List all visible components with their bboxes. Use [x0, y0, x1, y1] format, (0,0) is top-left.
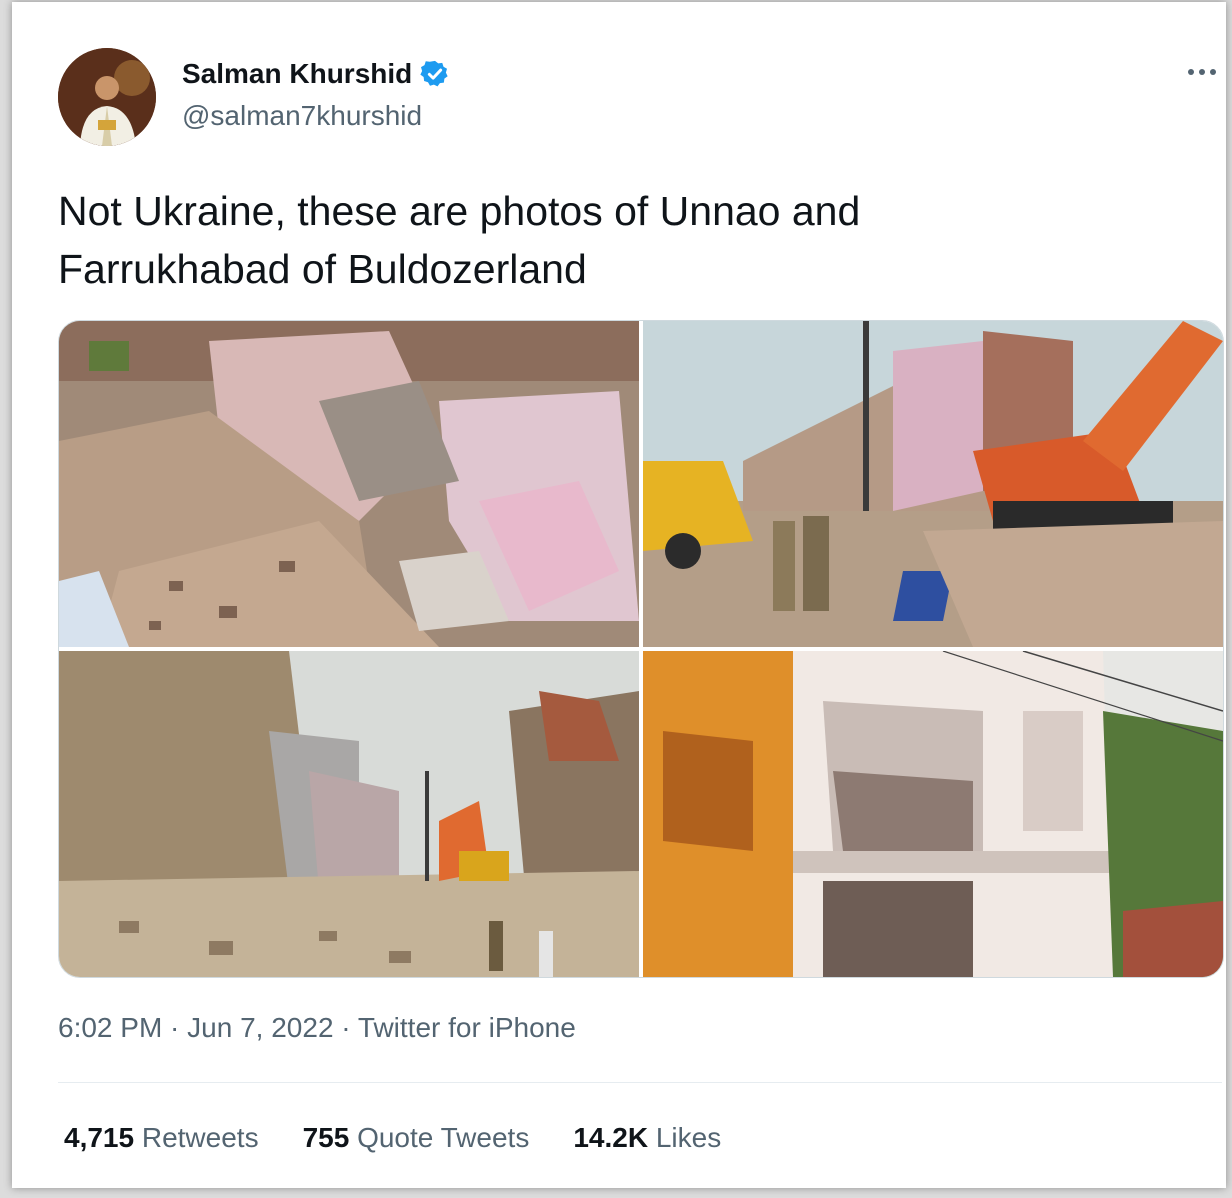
- author-name[interactable]: Salman Khurshid: [182, 58, 412, 90]
- tweet-stats: 4,715 Retweets 755 Quote Tweets 14.2K Li…: [64, 1122, 721, 1154]
- meta-sep-1: ·: [162, 1012, 188, 1043]
- divider: [58, 1082, 1222, 1083]
- quote-tweets-count: 755: [302, 1122, 350, 1153]
- photo-excavator-demolition[interactable]: [643, 321, 1223, 647]
- retweets-label: Retweets: [141, 1122, 259, 1153]
- quote-tweets-stat[interactable]: 755 Quote Tweets: [303, 1122, 530, 1154]
- likes-count: 14.2K: [573, 1122, 649, 1153]
- tweet-text-line-1: Not Ukraine, these are photos of Unnao a…: [58, 188, 861, 234]
- retweets-stat[interactable]: 4,715 Retweets: [64, 1122, 259, 1154]
- tweet-meta: 6:02 PM · Jun 7, 2022 · Twitter for iPho…: [58, 1012, 576, 1044]
- avatar[interactable]: [58, 48, 156, 146]
- quote-tweets-label: Quote Tweets: [357, 1122, 530, 1153]
- avatar-image: [58, 48, 156, 146]
- more-icon[interactable]: [1182, 58, 1222, 86]
- tweet-date[interactable]: Jun 7, 2022: [187, 1012, 333, 1043]
- photo-demolished-houses-1[interactable]: [59, 321, 639, 647]
- media-grid: [58, 320, 1224, 978]
- tweet-source[interactable]: Twitter for iPhone: [358, 1012, 576, 1043]
- tweet-card: Salman Khurshid @salman7khurshid Not Ukr…: [12, 2, 1226, 1188]
- tweet-time[interactable]: 6:02 PM: [58, 1012, 162, 1043]
- photo-rubble-street[interactable]: [59, 651, 639, 977]
- verified-icon: [420, 60, 448, 87]
- author-name-row: Salman Khurshid: [182, 58, 450, 90]
- meta-sep-2: ·: [333, 1012, 358, 1043]
- tweet-text: Not Ukraine, these are photos of Unnao a…: [58, 182, 1158, 298]
- tweet-text-line-2: Farrukhabad of Buldozerland: [58, 246, 587, 292]
- likes-label: Likes: [655, 1122, 722, 1153]
- retweets-count: 4,715: [64, 1122, 135, 1153]
- author-handle[interactable]: @salman7khurshid: [182, 100, 422, 132]
- photo-damaged-building[interactable]: [643, 651, 1223, 977]
- likes-stat[interactable]: 14.2K Likes: [573, 1122, 721, 1154]
